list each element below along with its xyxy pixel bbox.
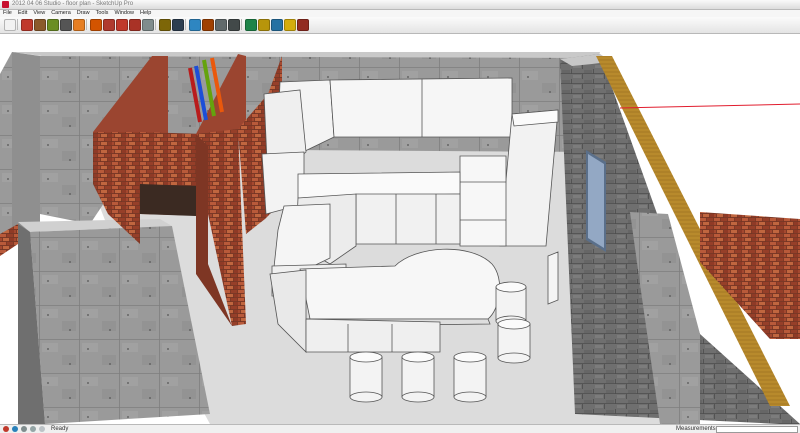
toolbar-separator (17, 19, 18, 30)
left-outer-wall[interactable] (0, 52, 12, 249)
help-icon[interactable] (30, 426, 36, 432)
offset-icon[interactable] (142, 19, 154, 31)
window-title: 2012 04 06 Studio - floor plan - SketchU… (12, 1, 134, 7)
fridge-unit[interactable] (459, 155, 507, 247)
pencil-line-icon[interactable] (21, 19, 33, 31)
menu-tools[interactable]: Tools (93, 10, 112, 17)
status-ready-text: Ready (51, 426, 69, 432)
main-toolbar (0, 17, 800, 34)
zoom-extents-icon[interactable] (228, 19, 240, 31)
3d-model-canvas[interactable] (0, 34, 800, 424)
toolbar-separator (241, 19, 242, 30)
menu-view[interactable]: View (30, 10, 48, 17)
select-tool-icon[interactable] (4, 19, 16, 31)
arc-icon[interactable] (60, 19, 72, 31)
move-icon[interactable] (116, 19, 128, 31)
back-base-cabinets[interactable] (355, 193, 461, 245)
stool-2[interactable] (497, 318, 531, 364)
left-wall-top (12, 52, 40, 244)
upper-cabinets-back[interactable] (329, 77, 513, 138)
red-axis-line (619, 103, 800, 109)
menu-file[interactable]: File (0, 10, 15, 17)
stool-3[interactable] (349, 351, 383, 403)
doorway-opening (140, 184, 196, 216)
components-icon[interactable] (284, 19, 296, 31)
share-model-icon[interactable] (271, 19, 283, 31)
orbit-icon[interactable] (189, 19, 201, 31)
zoom-icon[interactable] (215, 19, 227, 31)
stool-4[interactable] (401, 351, 435, 403)
eraser-icon[interactable] (73, 19, 85, 31)
sketchup-window: 2012 04 06 Studio - floor plan - SketchU… (0, 0, 800, 433)
wall-panel[interactable] (547, 251, 559, 305)
measurements-label: Measurements (676, 426, 716, 432)
stool-5[interactable] (453, 351, 487, 403)
status-bar: Ready Measurements (0, 424, 800, 433)
menu-help[interactable]: Help (137, 10, 154, 17)
menu-window[interactable]: Window (111, 10, 137, 17)
menu-draw[interactable]: Draw (74, 10, 93, 17)
menu-bar: File Edit View Camera Draw Tools Window … (0, 10, 800, 17)
toolbar-separator (86, 19, 87, 30)
menu-camera[interactable]: Camera (48, 10, 74, 17)
push-pull-icon[interactable] (103, 19, 115, 31)
previous-view-icon[interactable] (245, 19, 257, 31)
far-right-brick-wall[interactable] (700, 212, 800, 339)
geo-location-icon[interactable] (3, 426, 9, 432)
user-icon[interactable] (21, 426, 27, 432)
toolbar-separator (155, 19, 156, 30)
get-models-icon[interactable] (258, 19, 270, 31)
sketchup-app-icon[interactable] (2, 1, 9, 8)
paint-bucket-icon[interactable] (90, 19, 102, 31)
model-viewport[interactable] (0, 34, 800, 424)
window-pane (588, 154, 604, 248)
rectangle-icon[interactable] (34, 19, 46, 31)
toolbar-separator (185, 19, 186, 30)
info-icon[interactable] (39, 426, 45, 432)
tape-measure-icon[interactable] (159, 19, 171, 31)
pan-icon[interactable] (202, 19, 214, 31)
island-base-front[interactable] (305, 318, 441, 353)
extension-icon[interactable] (297, 19, 309, 31)
credits-icon[interactable] (12, 426, 18, 432)
measurements-input[interactable] (716, 426, 798, 433)
text-icon[interactable] (172, 19, 184, 31)
menu-edit[interactable]: Edit (15, 10, 30, 17)
title-bar: 2012 04 06 Studio - floor plan - SketchU… (0, 0, 800, 10)
rotate-icon[interactable] (129, 19, 141, 31)
circle-icon[interactable] (47, 19, 59, 31)
